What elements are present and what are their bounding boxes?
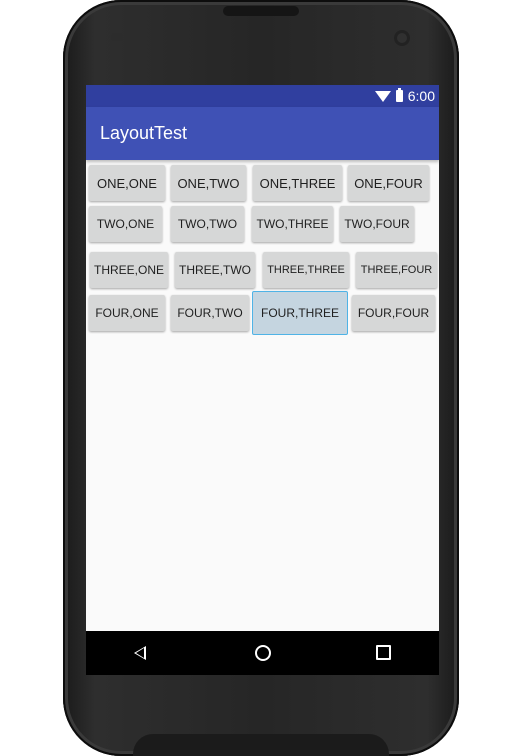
home-icon[interactable]: [255, 645, 271, 661]
grid-button-three-one[interactable]: THREE,ONE: [90, 252, 168, 288]
status-time: 6:00: [407, 88, 435, 104]
app-bar: LayoutTest: [86, 107, 439, 160]
wifi-icon: [374, 91, 391, 102]
grid-button-three-three[interactable]: THREE,THREE: [263, 252, 349, 288]
grid-button-one-one[interactable]: ONE,ONE: [89, 165, 165, 201]
front-camera-icon: [394, 30, 410, 46]
status-bar: 6:00: [86, 85, 439, 107]
recents-icon[interactable]: [376, 645, 391, 660]
speaker-grille: [223, 6, 299, 16]
app-title: LayoutTest: [100, 123, 188, 143]
proximity-sensor: [111, 33, 123, 41]
screen: 6:00 LayoutTest ONE,ONE ONE,TWO ONE,THRE…: [86, 85, 439, 675]
grid-button-one-four[interactable]: ONE,FOUR: [348, 165, 429, 201]
grid-button-four-four[interactable]: FOUR,FOUR: [352, 295, 435, 331]
grid-button-two-one[interactable]: TWO,ONE: [89, 206, 162, 242]
back-icon[interactable]: [134, 646, 146, 660]
grid-button-one-three[interactable]: ONE,THREE: [253, 165, 342, 201]
grid-button-two-two[interactable]: TWO,TWO: [171, 206, 244, 242]
grid-button-two-three[interactable]: TWO,THREE: [252, 206, 333, 242]
device-bottom-edge: [133, 734, 389, 756]
grid-button-three-four[interactable]: THREE,FOUR: [356, 252, 437, 288]
navigation-bar: [86, 631, 439, 675]
grid-button-two-four[interactable]: TWO,FOUR: [340, 206, 414, 242]
grid-button-four-two[interactable]: FOUR,TWO: [171, 295, 249, 331]
grid-button-one-two[interactable]: ONE,TWO: [171, 165, 246, 201]
status-icons: 6:00: [374, 87, 435, 105]
battery-icon: [395, 88, 403, 102]
grid-button-four-one[interactable]: FOUR,ONE: [89, 295, 165, 331]
grid-button-four-three[interactable]: FOUR,THREE: [252, 291, 348, 335]
grid-button-three-two[interactable]: THREE,TWO: [175, 252, 255, 288]
